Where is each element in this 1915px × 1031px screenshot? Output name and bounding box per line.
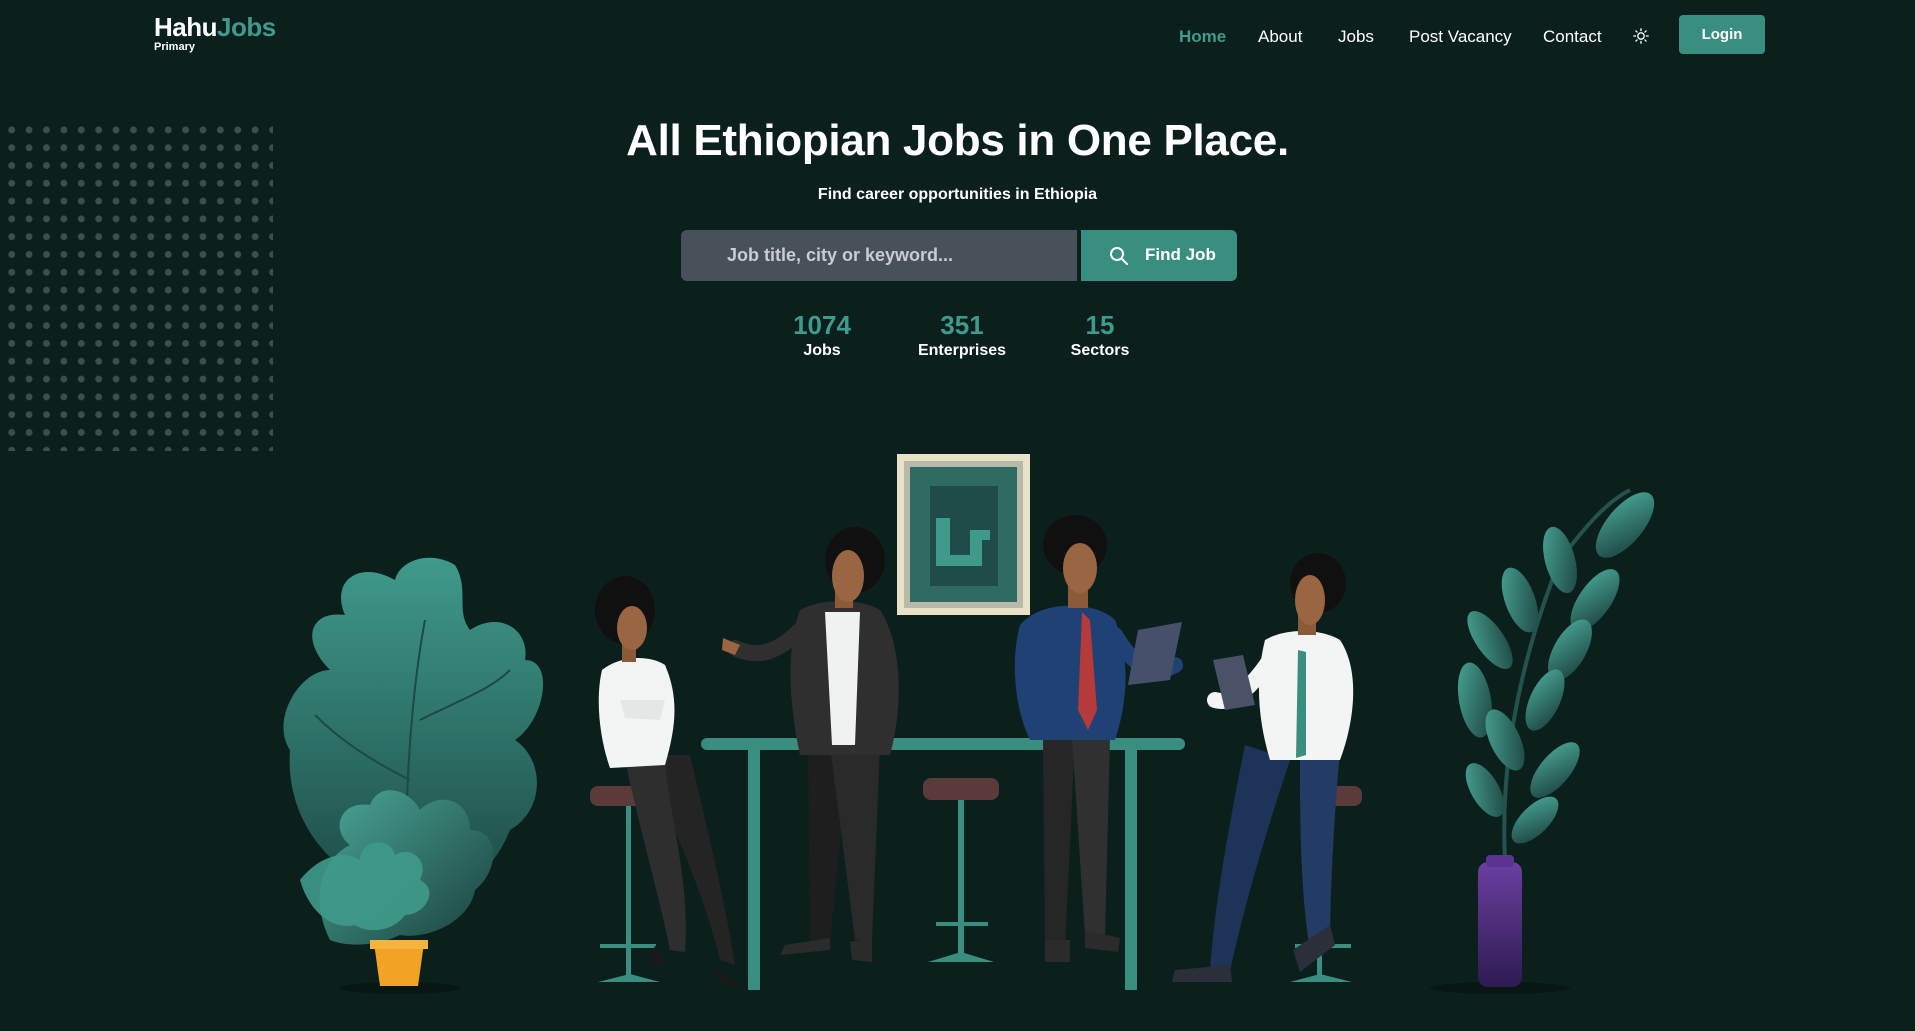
stat-label: Enterprises	[917, 342, 1007, 359]
logo-subtitle: Primary	[154, 41, 195, 53]
right-plant	[1457, 488, 1655, 987]
nav-about[interactable]: About	[1258, 27, 1302, 47]
sun-icon[interactable]	[1633, 28, 1649, 44]
stat-number: 15	[1085, 310, 1115, 340]
hero-subtitle: Find career opportunities in Ethiopia	[817, 186, 1098, 203]
hero-title: All Ethiopian Jobs in One Place.	[626, 116, 1289, 165]
find-job-button[interactable]: Find Job	[1081, 230, 1237, 281]
logo-hahu: Hahu	[154, 12, 218, 42]
nav-jobs[interactable]: Jobs	[1338, 27, 1374, 47]
login-button[interactable]: Login	[1679, 15, 1765, 54]
stat-sectors: 15 Sectors	[1050, 310, 1150, 360]
stat-number: 1074	[793, 310, 851, 340]
find-job-label: Find Job	[1145, 245, 1216, 264]
site-logo[interactable]: HahuJobs Primary	[154, 14, 276, 53]
search-icon	[1109, 246, 1129, 271]
decorative-dot-grid	[3, 121, 273, 451]
stat-label: Sectors	[1070, 342, 1130, 359]
left-plant	[283, 557, 544, 986]
job-search-input[interactable]	[681, 230, 1077, 281]
stat-enterprises: 351 Enterprises	[906, 310, 1018, 360]
office-team-illustration	[283, 454, 1655, 994]
logo-jobs: Jobs	[217, 12, 276, 42]
nav-contact[interactable]: Contact	[1543, 27, 1602, 47]
nav-home[interactable]: Home	[1179, 27, 1226, 47]
person-man-tablet	[1172, 553, 1354, 982]
stat-number: 351	[940, 310, 984, 340]
framed-picture	[897, 454, 1030, 615]
logo-wordmark: HahuJobs	[154, 14, 276, 40]
site-header: HahuJobs Primary Home About Jobs Post Va…	[0, 0, 1915, 70]
bar-table	[701, 738, 1185, 990]
stat-jobs: 1074 Jobs	[770, 310, 874, 360]
person-woman	[595, 576, 740, 985]
stat-label: Jobs	[803, 342, 841, 359]
nav-post-vacancy[interactable]: Post Vacancy	[1409, 27, 1512, 47]
